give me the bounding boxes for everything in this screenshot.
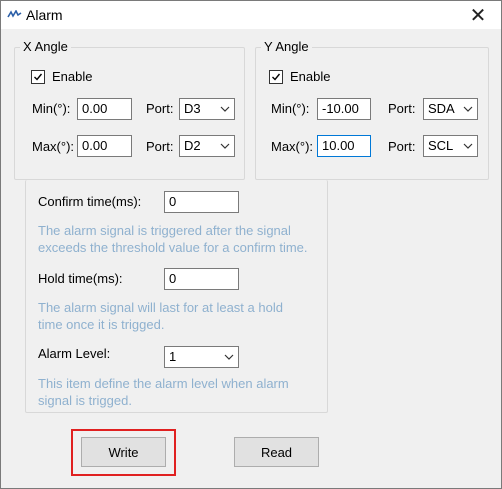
hold-time-help: The alarm signal will last for at least … (38, 300, 283, 332)
close-button[interactable]: ✕ (455, 1, 501, 29)
checkmark-icon (269, 69, 283, 84)
x-min-label: Min(°): (32, 101, 71, 116)
x-max-port-label: Port: (146, 139, 174, 154)
x-max-port-value: D2 (184, 138, 201, 153)
y-max-port-value: SCL (428, 138, 454, 153)
chevron-down-icon (220, 143, 230, 149)
y-max-port-label: Port: (388, 139, 416, 154)
chevron-down-icon (463, 106, 473, 112)
y-min-label: Min(°): (271, 101, 310, 116)
x-min-port-value: D3 (184, 101, 201, 116)
confirm-time-input[interactable]: 0 (164, 191, 239, 213)
x-enable-label: Enable (52, 69, 93, 84)
y-max-label: Max(°): (271, 139, 314, 154)
x-enable-checkbox[interactable]: Enable (31, 69, 92, 84)
alarm-window: Alarm ✕ X Angle Enable Min(°): 0.00 Port… (0, 0, 502, 489)
y-min-port-select[interactable]: SDA (423, 98, 478, 120)
y-min-input[interactable]: -10.00 (317, 98, 371, 120)
y-angle-legend: Y Angle (261, 39, 312, 54)
chevron-down-icon (224, 354, 234, 360)
confirm-time-help: The alarm signal is triggered after the … (38, 223, 308, 255)
y-enable-label: Enable (290, 69, 331, 84)
alarm-level-value: 1 (169, 349, 177, 364)
y-max-input[interactable]: 10.00 (317, 135, 371, 157)
y-min-port-label: Port: (388, 101, 416, 116)
app-logo-icon (7, 10, 22, 18)
checkmark-icon (31, 69, 45, 84)
x-angle-legend: X Angle (20, 39, 71, 54)
chevron-down-icon (463, 143, 473, 149)
x-max-label: Max(°): (32, 139, 75, 154)
alarm-level-label: Alarm Level: (38, 346, 111, 361)
x-angle-group: X Angle Enable Min(°): 0.00 Port: D3 Max… (14, 39, 245, 180)
alarm-level-select[interactable]: 1 (164, 346, 239, 368)
x-max-port-select[interactable]: D2 (179, 135, 235, 157)
x-min-input[interactable]: 0.00 (77, 98, 132, 120)
window-title: Alarm (26, 7, 63, 23)
x-max-input[interactable]: 0.00 (77, 135, 132, 157)
hold-time-label: Hold time(ms): (38, 271, 123, 286)
x-min-port-select[interactable]: D3 (179, 98, 235, 120)
write-button[interactable]: Write (81, 437, 166, 467)
title-bar: Alarm ✕ (1, 1, 501, 29)
y-min-port-value: SDA (428, 101, 455, 116)
confirm-time-label: Confirm time(ms): (38, 194, 142, 209)
close-icon: ✕ (469, 4, 487, 27)
y-max-port-select[interactable]: SCL (423, 135, 478, 157)
read-button[interactable]: Read (234, 437, 319, 467)
alarm-level-help: This item define the alarm level when al… (38, 376, 289, 408)
hold-time-input[interactable]: 0 (164, 268, 239, 290)
y-enable-checkbox[interactable]: Enable (269, 69, 330, 84)
x-min-port-label: Port: (146, 101, 174, 116)
chevron-down-icon (220, 106, 230, 112)
y-angle-group: Y Angle Enable Min(°): -10.00 Port: SDA … (255, 39, 489, 180)
